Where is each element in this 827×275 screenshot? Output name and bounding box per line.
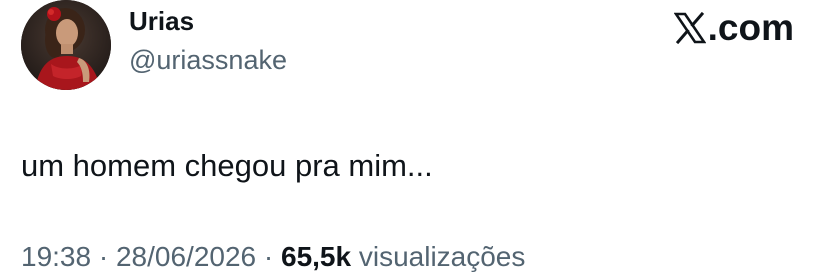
brand-text: .com: [707, 7, 794, 48]
meta-separator: ·: [256, 241, 281, 272]
tweet-meta: 19:38 · 28/06/2026 · 65,5k visualizações: [21, 239, 525, 275]
tweet-card: Urias @uriassnake .com um homem chegou p…: [0, 0, 827, 275]
views-label: visualizações: [351, 241, 526, 272]
brand-logo: .com: [673, 7, 794, 48]
tweet-time[interactable]: 19:38: [21, 241, 91, 272]
author-handle[interactable]: @uriassnake: [129, 44, 287, 76]
tweet-text: um homem chegou pra mim...: [21, 148, 433, 183]
profile-photo: [21, 0, 111, 90]
tweet-date[interactable]: 28/06/2026: [116, 241, 256, 272]
avatar[interactable]: [21, 0, 111, 90]
meta-separator: ·: [91, 241, 116, 272]
views-count[interactable]: 65,5k: [281, 241, 351, 272]
x-logo-icon: [673, 12, 706, 44]
author-name[interactable]: Urias: [129, 6, 194, 36]
